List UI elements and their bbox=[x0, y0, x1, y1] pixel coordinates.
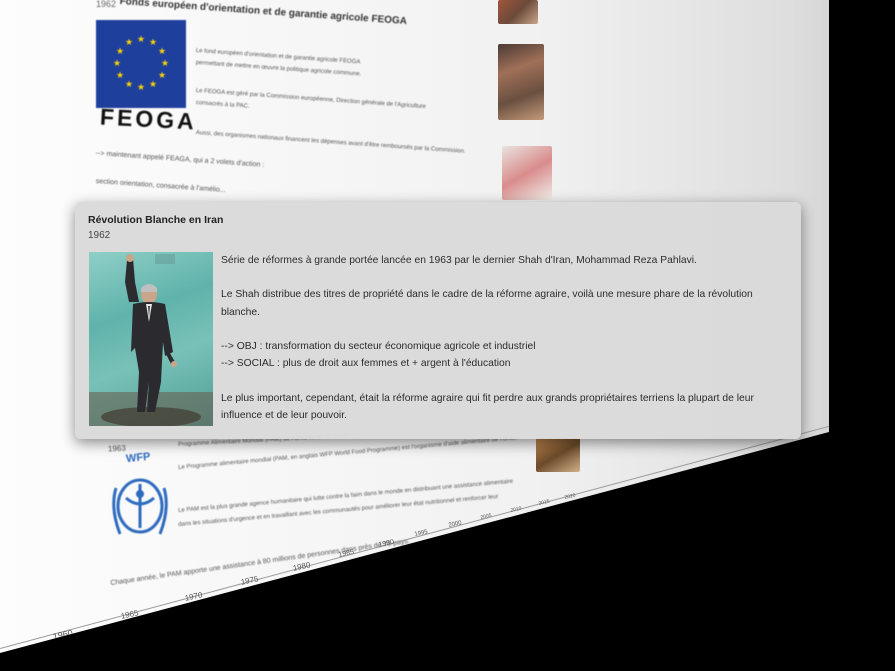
feoga-date: 1962 bbox=[96, 0, 117, 9]
feoga-line: section orientation, consacrée à l'améli… bbox=[95, 178, 226, 195]
year-label: 1980 bbox=[292, 560, 312, 573]
year-label: 1960 bbox=[52, 627, 74, 642]
feoga-line: Aussi, des organismes nationaux financen… bbox=[195, 130, 466, 155]
wfp-logo-icon bbox=[112, 478, 168, 535]
year-label: 2005 bbox=[480, 512, 493, 521]
svg-text:★: ★ bbox=[158, 47, 166, 57]
svg-text:★: ★ bbox=[125, 38, 133, 48]
eu-flag-icon: ★ ★ ★ ★ ★ ★ ★ ★ ★ ★ ★ ★ bbox=[96, 20, 186, 108]
wfp-logo-text: WFP bbox=[125, 450, 152, 466]
feoga-line: consacrés à la PAC. bbox=[195, 100, 250, 110]
svg-text:★: ★ bbox=[161, 59, 169, 69]
popup-paragraph: --> SOCIAL : plus de droit aux femmes et… bbox=[221, 358, 511, 370]
news-thumbnail[interactable] bbox=[498, 0, 538, 24]
popup-title: Révolution Blanche en Iran bbox=[88, 214, 224, 226]
year-label: 1965 bbox=[120, 608, 140, 621]
svg-text:★: ★ bbox=[137, 83, 145, 93]
svg-text:★: ★ bbox=[137, 35, 145, 45]
popup-paragraph: --> OBJ : transformation du secteur écon… bbox=[221, 340, 536, 352]
svg-text:★: ★ bbox=[116, 47, 124, 57]
year-label: 2020 bbox=[564, 492, 577, 501]
map-thumbnail[interactable] bbox=[502, 146, 552, 200]
svg-text:★: ★ bbox=[113, 59, 121, 69]
wfp-line: Chaque année, le PAM apporte une assista… bbox=[110, 537, 411, 587]
svg-text:★: ★ bbox=[116, 71, 124, 81]
svg-text:★: ★ bbox=[158, 71, 166, 81]
shah-photo bbox=[89, 252, 213, 426]
news-thumbnail[interactable] bbox=[498, 44, 544, 120]
event-popup-card[interactable]: Révolution Blanche en Iran 1962 Série de… bbox=[75, 202, 801, 439]
feoga-logo-text: FEOGA bbox=[99, 103, 198, 135]
year-label: 2010 bbox=[510, 505, 523, 514]
year-label: 2015 bbox=[538, 498, 551, 507]
year-label: 2000 bbox=[448, 520, 463, 529]
popup-description: Série de réformes à grande portée lancée… bbox=[221, 252, 791, 441]
feoga-line: --> maintenant appelé FEAGA, qui a 2 vol… bbox=[95, 150, 265, 169]
svg-text:★: ★ bbox=[149, 80, 157, 90]
year-label: 1995 bbox=[414, 529, 429, 538]
svg-text:★: ★ bbox=[149, 38, 157, 48]
year-label: 1985 bbox=[338, 548, 355, 559]
svg-text:★: ★ bbox=[125, 80, 133, 90]
popup-paragraph: Le plus important, cependant, était la r… bbox=[221, 392, 754, 421]
popup-paragraph: Série de réformes à grande portée lancée… bbox=[221, 255, 697, 266]
year-label: 1970 bbox=[184, 590, 204, 603]
popup-date: 1962 bbox=[88, 230, 111, 241]
popup-paragraph: Le Shah distribue des titres de propriét… bbox=[221, 289, 753, 318]
wfp-date: 1963 bbox=[107, 443, 127, 454]
year-label: 1975 bbox=[240, 574, 260, 587]
news-thumbnail[interactable] bbox=[536, 438, 580, 472]
